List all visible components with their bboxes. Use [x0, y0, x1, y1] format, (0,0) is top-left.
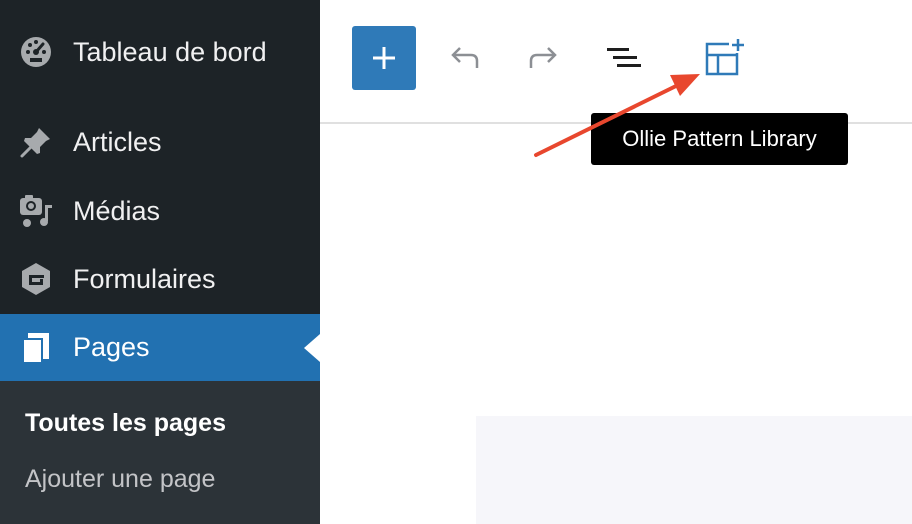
dashboard-icon [18, 34, 54, 70]
sidebar-item-formulaires[interactable]: Formulaires [0, 246, 320, 312]
redo-button[interactable] [516, 30, 572, 86]
ollie-pattern-library-button[interactable] [694, 30, 750, 86]
pages-submenu: Toutes les pages Ajouter une page [0, 381, 320, 524]
media-icon [18, 193, 54, 229]
sidebar-item-medias[interactable]: Médias [0, 178, 320, 244]
submenu-item-all-pages[interactable]: Toutes les pages [25, 409, 226, 438]
pages-icon [18, 330, 54, 366]
sidebar-item-label: Médias [73, 195, 161, 226]
undo-icon [451, 47, 479, 68]
editor-canvas[interactable] [476, 416, 912, 524]
add-block-button[interactable] [352, 26, 416, 90]
sidebar-item-label: Pages [73, 332, 150, 362]
list-view-icon [607, 48, 641, 67]
toolbar-tooltip: Ollie Pattern Library [591, 113, 848, 165]
sidebar-item-label: Articles [73, 126, 162, 157]
admin-sidebar: Tableau de bord Articles Médias Formulai… [0, 0, 320, 524]
sidebar-item-label: Formulaires [73, 263, 216, 294]
sidebar-item-label: Tableau de bord [73, 36, 267, 67]
pattern-library-icon [705, 39, 744, 76]
sidebar-item-dashboard[interactable]: Tableau de bord [0, 19, 320, 85]
editor-toolbar [320, 0, 912, 124]
submenu-item-add-page[interactable]: Ajouter une page [25, 465, 215, 494]
undo-button[interactable] [436, 30, 492, 86]
active-indicator [304, 333, 320, 362]
add-block-icon [373, 47, 395, 69]
list-view-button[interactable] [596, 30, 652, 86]
redo-icon [529, 47, 557, 68]
sidebar-item-articles[interactable]: Articles [0, 109, 320, 175]
forms-icon [18, 261, 54, 297]
block-editor: Ollie Pattern Library [320, 0, 912, 524]
sidebar-item-pages[interactable]: Pages [0, 314, 320, 381]
pin-icon [18, 124, 54, 160]
